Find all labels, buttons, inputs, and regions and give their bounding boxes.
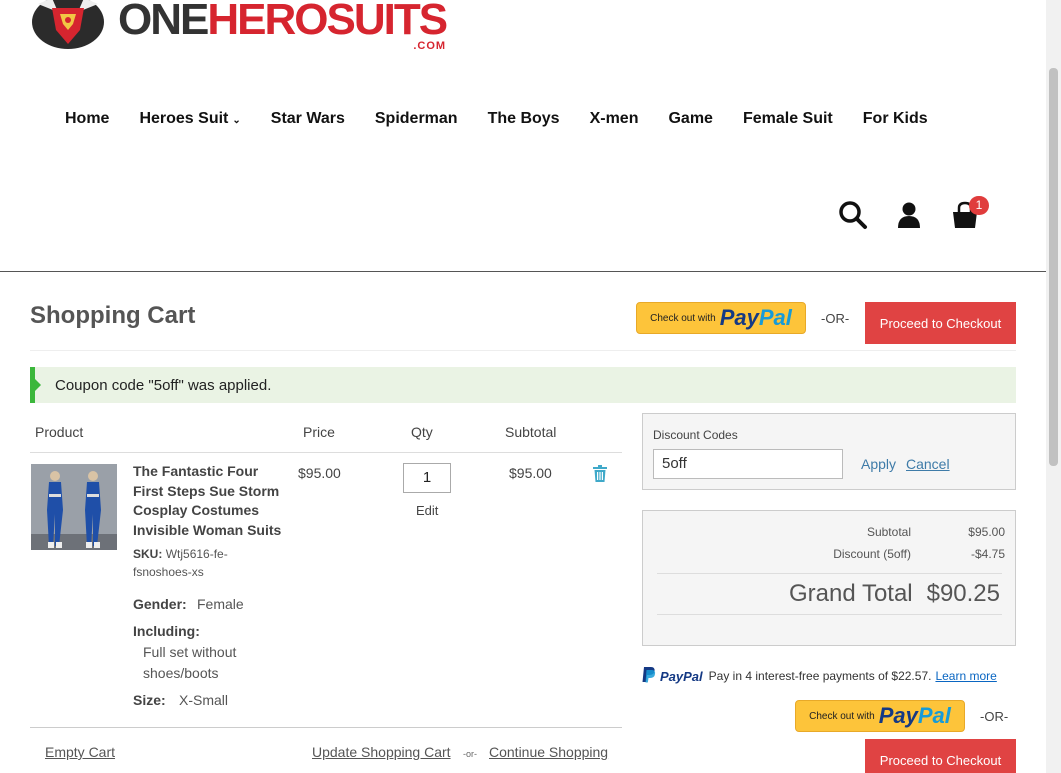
empty-cart-link[interactable]: Empty Cart <box>45 744 115 760</box>
product-sku: SKU: Wtj5616-fe-fsnoshoes-xs <box>133 545 243 581</box>
grand-total-label: Grand Total <box>789 580 913 607</box>
paypal-brand-text: PayPal <box>660 668 703 684</box>
trash-icon[interactable] <box>593 465 607 482</box>
update-cart-link[interactable]: Update Shopping Cart <box>312 744 451 760</box>
including-value: Full set without shoes/boots <box>143 644 237 681</box>
page-scrollbar[interactable] <box>1046 0 1061 773</box>
logo-text-hero: HEROSUITS <box>207 0 448 44</box>
discount-code-input[interactable]: 5off <box>653 449 843 479</box>
discount-codes-label: Discount Codes <box>653 428 738 442</box>
nav-item-heroes-suit[interactable]: Heroes Suit ⌄ <box>139 110 240 128</box>
title-divider <box>30 350 1016 351</box>
size-label: Size: <box>133 692 166 708</box>
learn-more-link[interactable]: Learn more <box>935 669 996 683</box>
discount-value: -$4.75 <box>970 547 1005 561</box>
hero-mask-icon <box>30 0 106 50</box>
col-header-subtotal: Subtotal <box>505 424 557 440</box>
cancel-discount-link[interactable]: Cancel <box>906 456 950 472</box>
site-logo[interactable]: ONEHEROSUITS .COM <box>30 0 448 52</box>
col-header-price: Price <box>303 424 335 440</box>
paypal-small-text: Check out with <box>650 312 716 324</box>
qty-input[interactable]: 1 <box>403 463 451 493</box>
header-divider <box>0 271 1046 272</box>
including-label: Including: <box>133 623 200 639</box>
logo-text-one: ONE <box>118 0 209 44</box>
account-icon[interactable] <box>894 200 924 230</box>
cart-icon[interactable]: 1 <box>950 196 989 230</box>
grand-total-value: $90.25 <box>926 580 1000 607</box>
paypal-checkout-button-bottom[interactable]: Check out with PayPal <box>795 700 965 732</box>
paypal-p-icon <box>642 666 656 686</box>
success-message-text: Coupon code "5off" was applied. <box>55 376 272 394</box>
item-subtotal: $95.00 <box>509 465 552 481</box>
table-bottom-divider <box>30 727 622 728</box>
totals-divider-bottom <box>657 614 1002 615</box>
or-separator-small: -or- <box>463 749 477 759</box>
chevron-down-icon: ⌄ <box>232 114 241 126</box>
table-header-divider <box>30 452 622 453</box>
page-title: Shopping Cart <box>30 302 196 329</box>
success-message: Coupon code "5off" was applied. <box>30 367 1016 403</box>
search-icon[interactable] <box>838 200 868 230</box>
product-image[interactable] <box>31 464 117 550</box>
discount-codes-box: Discount Codes 5off Apply Cancel <box>642 413 1016 490</box>
paypal-checkout-button-top[interactable]: Check out with PayPal <box>636 302 806 334</box>
logo-text-com: .COM <box>413 40 447 52</box>
discount-label: Discount (5off) <box>833 547 911 561</box>
nav-item-the-boys[interactable]: The Boys <box>488 110 560 128</box>
nav-item-for-kids[interactable]: For Kids <box>863 110 928 128</box>
paylater-text: Pay in 4 interest-free payments of $22.5… <box>708 669 932 683</box>
message-arrow-icon <box>35 379 41 391</box>
nav-item-x-men[interactable]: X-men <box>590 110 639 128</box>
paypal-logo: PayPal <box>719 305 792 330</box>
col-header-product: Product <box>35 424 84 440</box>
continue-shopping-link[interactable]: Continue Shopping <box>489 744 608 760</box>
nav-item-game[interactable]: Game <box>668 110 712 128</box>
scrollbar-thumb[interactable] <box>1049 68 1058 466</box>
gender-value: Female <box>197 596 244 612</box>
size-value: X-Small <box>179 692 229 708</box>
paypal-logo-bottom: PayPal <box>878 703 951 728</box>
nav-item-star-wars[interactable]: Star Wars <box>271 110 345 128</box>
paypal-small-text-bottom: Check out with <box>809 710 875 722</box>
main-nav: Home Heroes Suit ⌄ Star Wars Spiderman Th… <box>65 110 958 128</box>
product-name-link[interactable]: The Fantastic Four First Steps Sue Storm… <box>133 462 283 540</box>
paypal-pay-later-message: PayPal Pay in 4 interest-free payments o… <box>642 666 997 686</box>
col-header-qty: Qty <box>411 424 433 440</box>
proceed-to-checkout-button-bottom[interactable]: Proceed to Checkout <box>865 739 1016 773</box>
nav-item-female-suit[interactable]: Female Suit <box>743 110 833 128</box>
gender-label: Gender: <box>133 596 187 612</box>
cart-count-badge: 1 <box>969 196 989 215</box>
totals-box: Subtotal $95.00 Discount (5off) -$4.75 G… <box>642 510 1016 646</box>
proceed-to-checkout-button-top[interactable]: Proceed to Checkout <box>865 302 1016 344</box>
nav-item-home[interactable]: Home <box>65 110 109 128</box>
subtotal-value: $95.00 <box>968 525 1005 539</box>
nav-item-spiderman[interactable]: Spiderman <box>375 110 458 128</box>
item-price: $95.00 <box>298 465 341 481</box>
or-separator-top: -OR- <box>821 311 850 326</box>
edit-item-link[interactable]: Edit <box>416 503 438 518</box>
apply-discount-button[interactable]: Apply <box>861 456 896 472</box>
header-actions: 1 <box>838 196 1006 230</box>
sku-label: SKU: <box>133 547 163 561</box>
or-separator-bottom: -OR- <box>980 709 1009 724</box>
totals-divider-top <box>657 573 1002 574</box>
subtotal-label: Subtotal <box>866 525 911 539</box>
